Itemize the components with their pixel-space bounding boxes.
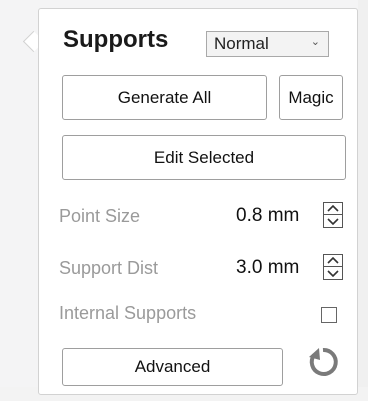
support-mode-select[interactable]: Normal ⌄	[206, 31, 329, 57]
chevron-down-icon: ⌄	[310, 36, 320, 48]
panel-title: Supports	[63, 26, 169, 53]
support-mode-value: Normal	[214, 34, 269, 53]
supports-panel	[38, 8, 358, 395]
internal-supports-checkbox[interactable]	[321, 307, 337, 323]
spinner-down-icon[interactable]	[324, 267, 342, 279]
magic-button[interactable]: Magic	[279, 75, 343, 120]
refresh-icon[interactable]	[306, 345, 340, 379]
spinner-up-icon[interactable]	[324, 203, 342, 215]
point-size-stepper[interactable]	[323, 202, 343, 228]
generate-all-button[interactable]: Generate All	[62, 75, 267, 120]
spinner-up-icon[interactable]	[324, 255, 342, 267]
backdrop-strip	[358, 0, 368, 401]
advanced-button[interactable]: Advanced	[62, 348, 283, 386]
support-dist-input[interactable]: 3.0 mm	[236, 257, 299, 279]
support-dist-label: Support Dist	[59, 258, 159, 278]
edit-selected-button[interactable]: Edit Selected	[62, 135, 346, 180]
internal-supports-label: Internal Supports	[59, 303, 197, 323]
support-dist-stepper[interactable]	[323, 254, 343, 280]
point-size-input[interactable]: 0.8 mm	[236, 205, 299, 227]
spinner-down-icon[interactable]	[324, 215, 342, 227]
point-size-label: Point Size	[59, 206, 141, 226]
